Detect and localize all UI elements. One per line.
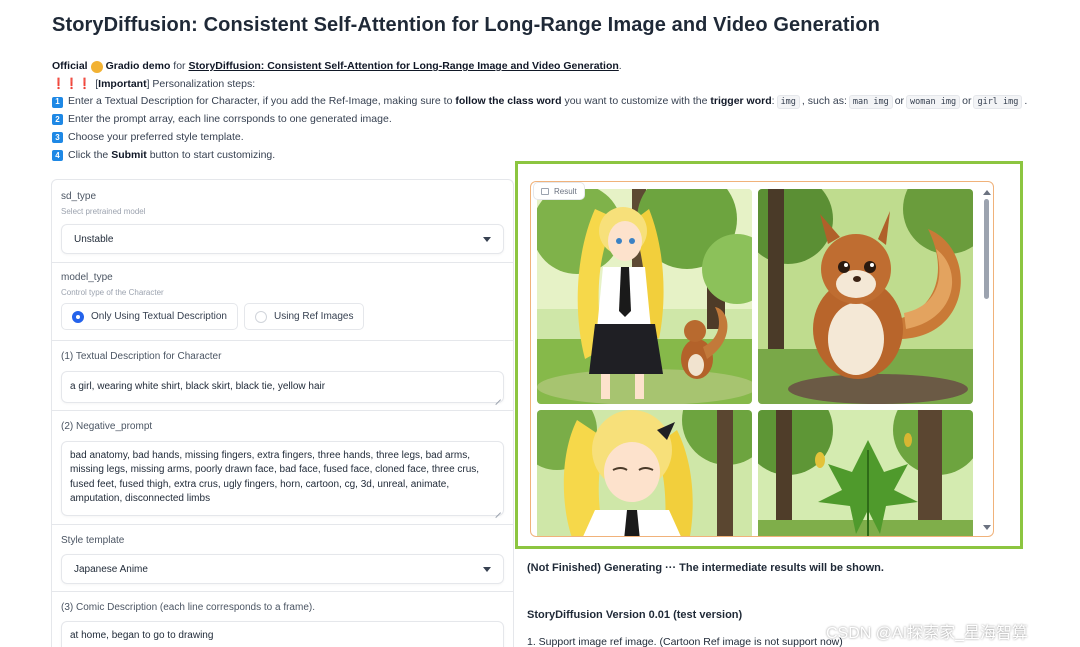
squirrel-closeup-image[interactable] <box>758 189 973 404</box>
chevron-down-icon <box>483 236 491 242</box>
number-3-icon: 3 <box>52 132 63 144</box>
character-label: (1) Textual Description for Character <box>61 351 222 362</box>
radio-ref-images[interactable]: Using Ref Images <box>244 303 365 330</box>
model-type-label: model_type <box>61 272 113 283</box>
negative-prompt-textarea[interactable]: bad anatomy, bad hands, missing fingers,… <box>61 441 504 516</box>
girl-with-squirrel-image[interactable] <box>537 189 752 404</box>
radio-unchecked-icon <box>255 310 267 323</box>
comic-description-textarea[interactable]: at home, began to go to drawing <box>61 621 504 647</box>
radio-checked-icon <box>72 310 84 323</box>
sd-type-value: Unstable <box>74 233 114 245</box>
for-text: for <box>173 60 186 72</box>
girl-with-squirrel-art <box>537 189 752 404</box>
gallery-scrollbar[interactable] <box>983 190 991 530</box>
style-template-value: Japanese Anime <box>74 563 148 575</box>
leaf-in-forest-art <box>758 410 973 536</box>
intro-markdown: Official Gradio demo for StoryDiffusion:… <box>52 58 1032 164</box>
exclamation-icon: ❗❗❗ <box>52 77 92 90</box>
comic-description-block: (3) Comic Description (each line corresp… <box>52 592 513 647</box>
intro-official-line: Official Gradio demo for StoryDiffusion:… <box>52 58 1032 76</box>
intro-important-line: ❗❗❗ [Important] Personalization steps: <box>52 76 1032 94</box>
result-label-tag: Result <box>533 182 585 200</box>
period: . <box>618 60 622 72</box>
style-template-block: Style template Japanese Anime <box>52 525 513 592</box>
gradio-demo-label: Gradio demo <box>105 60 171 72</box>
negative-prompt-label: (2) Negative_prompt <box>61 421 153 432</box>
step-2: 2 Enter the prompt array, each line corr… <box>52 111 1032 129</box>
sd-type-dropdown[interactable]: Unstable <box>61 224 504 254</box>
csdn-watermark: CSDN @AI探索家_星海智算 <box>826 625 1029 642</box>
character-textarea[interactable]: a girl, wearing white shirt, black skirt… <box>61 371 504 403</box>
scroll-up-icon[interactable] <box>983 190 991 195</box>
sd-type-sub: Select pretrained model <box>61 207 146 216</box>
resize-handle-icon[interactable] <box>494 393 501 400</box>
chevron-down-icon <box>483 566 491 572</box>
generation-status: (Not Finished) Generating ··· The interm… <box>527 562 884 574</box>
official-label: Official <box>52 60 88 72</box>
important-label: Important <box>98 77 147 90</box>
hugging-face-emoji-icon <box>90 60 103 73</box>
image-icon <box>541 187 549 195</box>
sd-type-label: sd_type <box>61 191 97 202</box>
result-highlight-frame: Result <box>515 161 1023 549</box>
scroll-down-icon[interactable] <box>983 525 991 530</box>
example-man-code: man img <box>848 95 893 110</box>
number-1-icon: 1 <box>52 96 63 108</box>
step-3: 3 Choose your preferred style template. <box>52 129 1032 147</box>
trigger-word-code: img <box>776 95 800 110</box>
girl-portrait-art <box>537 410 752 536</box>
number-2-icon: 2 <box>52 114 63 126</box>
model-type-sub: Control type of the Character <box>61 288 164 297</box>
squirrel-closeup-art <box>758 189 973 404</box>
style-template-dropdown[interactable]: Japanese Anime <box>61 554 504 584</box>
settings-panel: sd_type Select pretrained model Unstable… <box>51 179 514 647</box>
leaf-in-forest-image[interactable] <box>758 410 973 536</box>
feature-item-1: 1. Support image ref image. (Cartoon Ref… <box>527 636 843 647</box>
version-heading: StoryDiffusion Version 0.01 (test versio… <box>527 609 743 621</box>
girl-portrait-image[interactable] <box>537 410 752 536</box>
step-1: 1 Enter a Textual Description for Charac… <box>52 93 1032 111</box>
result-gallery: Result <box>530 181 994 537</box>
number-4-icon: 4 <box>52 149 63 161</box>
negative-prompt-block: (2) Negative_prompt bad anatomy, bad han… <box>52 411 513 525</box>
sd-type-block: sd_type Select pretrained model Unstable <box>52 180 513 263</box>
comic-description-label: (3) Comic Description (each line corresp… <box>61 602 315 613</box>
example-woman-code: woman img <box>906 95 961 110</box>
model-type-radio-group: Only Using Textual Description Using Ref… <box>61 303 504 330</box>
scrollbar-thumb[interactable] <box>984 199 989 299</box>
example-girl-code: girl img <box>973 95 1023 110</box>
paper-link[interactable]: StoryDiffusion: Consistent Self-Attentio… <box>188 58 618 76</box>
resize-handle-icon[interactable] <box>494 506 501 513</box>
character-block: (1) Textual Description for Character a … <box>52 341 513 411</box>
radio-textual-description[interactable]: Only Using Textual Description <box>61 303 238 330</box>
style-template-label: Style template <box>61 535 125 546</box>
page-title: StoryDiffusion: Consistent Self-Attentio… <box>52 14 880 36</box>
model-type-block: model_type Control type of the Character… <box>52 263 513 341</box>
